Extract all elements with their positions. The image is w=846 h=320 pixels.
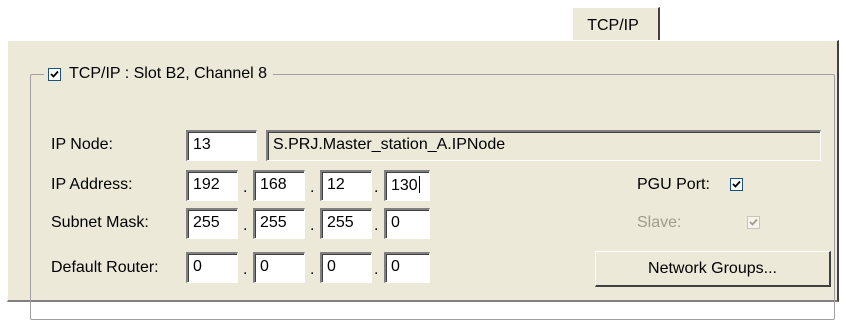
- subnet-mask-separator-3: .: [374, 217, 379, 234]
- slave-checkbox: [747, 216, 761, 229]
- ip-node-number-input[interactable]: 13: [186, 130, 257, 161]
- check-mark-icon: [50, 70, 59, 78]
- ip-address-separator-3: .: [374, 179, 379, 196]
- tab-tcpip-label: TCP/IP: [587, 17, 639, 34]
- default-router-octet-4[interactable]: 0: [384, 252, 430, 283]
- ip-node-label: IP Node:: [51, 136, 113, 153]
- pgu-port-label: PGU Port:: [637, 176, 710, 193]
- ip-address-octet-3[interactable]: 12: [320, 170, 372, 201]
- check-mark-icon: [732, 180, 741, 188]
- default-router-separator-3: .: [374, 261, 379, 278]
- tcpip-enable-checkbox[interactable]: [48, 67, 61, 81]
- check-mark-icon: [749, 218, 759, 226]
- subnet-mask-separator-2: .: [310, 217, 315, 234]
- ip-node-name-field: S.PRJ.Master_station_A.IPNode: [266, 130, 821, 161]
- default-router-octet-1[interactable]: 0: [186, 252, 238, 283]
- subnet-mask-octet-3[interactable]: 255: [320, 208, 372, 239]
- subnet-mask-octet-1[interactable]: 255: [186, 208, 238, 239]
- group-legend: TCP/IP : Slot B2, Channel 8: [44, 62, 274, 86]
- default-router-separator-2: .: [310, 261, 315, 278]
- ip-address-octet-1[interactable]: 192: [186, 170, 238, 201]
- default-router-label: Default Router:: [51, 259, 159, 276]
- default-router-separator-1: .: [243, 261, 248, 278]
- slave-label: Slave:: [637, 214, 682, 231]
- subnet-mask-separator-1: .: [243, 217, 248, 234]
- subnet-mask-label: Subnet Mask:: [51, 214, 149, 231]
- ip-address-separator-1: .: [243, 179, 248, 196]
- subnet-mask-octet-2[interactable]: 255: [253, 208, 305, 239]
- ip-address-octet-4[interactable]: 130: [384, 170, 430, 201]
- ip-address-separator-2: .: [310, 179, 315, 196]
- pgu-port-checkbox[interactable]: [730, 178, 743, 191]
- ip-address-octet-4-value: 130: [391, 177, 418, 194]
- default-router-octet-2[interactable]: 0: [253, 252, 305, 283]
- text-caret: [418, 176, 420, 193]
- default-router-octet-3[interactable]: 0: [320, 252, 372, 283]
- ip-address-label: IP Address:: [51, 176, 133, 193]
- tab-tcpip[interactable]: TCP/IP: [572, 7, 660, 40]
- subnet-mask-octet-4[interactable]: 0: [384, 208, 430, 239]
- ip-address-octet-2[interactable]: 168: [253, 170, 305, 201]
- network-groups-button[interactable]: Network Groups...: [595, 251, 831, 287]
- group-title: TCP/IP : Slot B2, Channel 8: [69, 65, 268, 82]
